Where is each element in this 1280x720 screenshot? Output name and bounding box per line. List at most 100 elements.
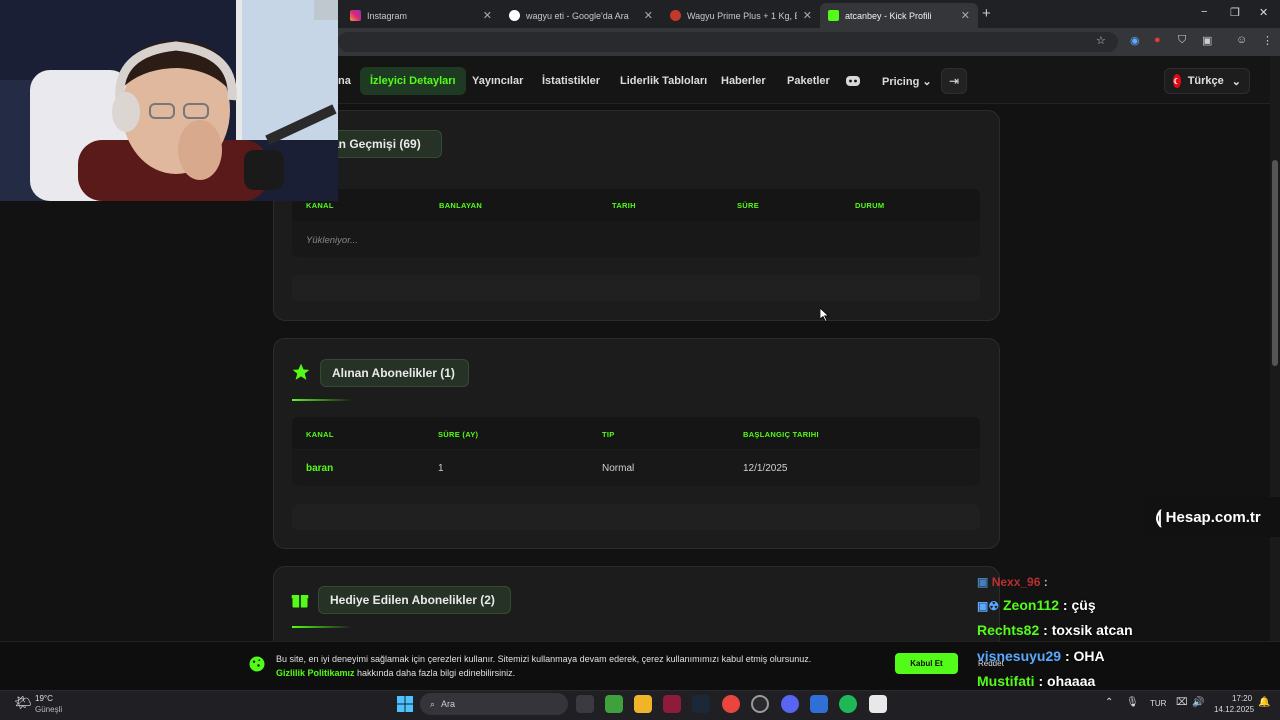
- streamer-webcam-image: [0, 0, 338, 201]
- google-icon: [509, 10, 520, 21]
- close-tab-icon[interactable]: ✕: [483, 9, 492, 22]
- chat-username: Zeon112: [1003, 597, 1060, 613]
- weather-icon: 🌤: [14, 694, 32, 710]
- capcut-icon[interactable]: [869, 695, 887, 713]
- ban-history-title: an Geçmişi (69): [320, 130, 442, 158]
- microphone-icon[interactable]: 🎙: [1126, 697, 1139, 708]
- chat-message: visnesuyu29 : OHA: [977, 648, 1105, 664]
- search-placeholder: Ara: [441, 699, 456, 709]
- chevron-down-icon: ⌄: [1231, 75, 1241, 88]
- tab-label: wagyu eti - Google'da Ara: [526, 10, 629, 21]
- nav-viewer-details[interactable]: İzleyici Detayları: [360, 67, 466, 95]
- col-type: TIP: [602, 430, 615, 439]
- pagination[interactable]: [292, 275, 980, 301]
- steam-icon[interactable]: [692, 695, 710, 713]
- extension-icon[interactable]: ◉: [1130, 34, 1140, 47]
- weather-desc: Güneşli: [35, 705, 63, 714]
- tab-wagyu-product[interactable]: Wagyu Prime Plus + 1 Kg, BMS ✕: [662, 3, 820, 28]
- task-view-icon[interactable]: [576, 695, 594, 713]
- new-tab-button[interactable]: +: [982, 5, 991, 22]
- mouse-cursor-icon: [820, 308, 830, 322]
- chat-text: toxsik atcan: [1051, 622, 1133, 638]
- file-explorer-icon[interactable]: [634, 695, 652, 713]
- volume-icon[interactable]: 🔊: [1192, 697, 1204, 708]
- nav-streamers[interactable]: Yayıncılar: [462, 67, 533, 95]
- tab-label: Wagyu Prime Plus + 1 Kg, BMS: [687, 10, 797, 21]
- app-icon[interactable]: [663, 695, 681, 713]
- chat-message: Rechts82 : toxsik atcan: [977, 622, 1133, 638]
- close-window-button[interactable]: ✕: [1259, 6, 1268, 19]
- col-channel: KANAL: [306, 430, 334, 439]
- minecraft-icon[interactable]: [605, 695, 623, 713]
- type-cell: Normal: [602, 463, 635, 474]
- menu-kebab-icon[interactable]: ⋮: [1262, 34, 1273, 47]
- bookmark-star-icon[interactable]: ☆: [1096, 34, 1106, 47]
- tab-google-search[interactable]: wagyu eti - Google'da Ara ✕: [501, 3, 661, 28]
- sponsor-logo: ⟬ Hesap.com.tr: [1145, 497, 1280, 537]
- clock-date[interactable]: 14.12.2025: [1214, 705, 1254, 714]
- nav-statistics[interactable]: İstatistikler: [532, 67, 610, 95]
- table-row: [292, 221, 980, 257]
- duration-cell: 1: [438, 463, 444, 474]
- chat-separator: :: [1034, 673, 1048, 689]
- cookie-message: Bu site, en iyi deneyimi sağlamak için ç…: [276, 652, 876, 680]
- sponsor-label: Hesap.com.tr: [1165, 508, 1261, 526]
- table-row: [292, 450, 980, 486]
- notification-icon[interactable]: 🔔: [1258, 697, 1270, 708]
- col-banned-by: BANLAYAN: [439, 201, 483, 210]
- nav-pricing[interactable]: Pricing ⌄: [872, 67, 942, 95]
- network-icon[interactable]: ⌧: [1176, 697, 1188, 708]
- address-bar[interactable]: [338, 32, 1118, 52]
- discord-icon[interactable]: [840, 68, 866, 94]
- tray-chevron-icon[interactable]: ⌃: [1105, 697, 1113, 708]
- profile-avatar[interactable]: ☺: [1236, 34, 1247, 46]
- chat-message: ▣☢ Zeon112 : çüş: [977, 597, 1096, 613]
- cookie-text-2: hakkında daha fazla bilgi edinebilirsini…: [354, 668, 516, 678]
- maximize-button[interactable]: ❐: [1230, 6, 1240, 19]
- col-status: DURUM: [855, 201, 885, 210]
- page-scrollbar-thumb[interactable]: [1272, 160, 1278, 366]
- nav-news[interactable]: Haberler: [711, 67, 776, 95]
- col-duration: SÜRE: [737, 201, 760, 210]
- language-label: Türkçe: [1187, 75, 1224, 87]
- close-tab-icon[interactable]: ✕: [803, 9, 812, 22]
- spotify-icon[interactable]: [839, 695, 857, 713]
- chat-separator: :: [1061, 648, 1074, 664]
- title-underline: [292, 399, 352, 401]
- subscriptions-table-header: [292, 417, 980, 449]
- pagination[interactable]: [292, 504, 980, 530]
- shield-icon[interactable]: ⛉: [1178, 34, 1186, 47]
- language-indicator[interactable]: TUR: [1150, 699, 1166, 708]
- login-button[interactable]: ⇥: [941, 68, 967, 94]
- windows-start-icon[interactable]: [397, 696, 413, 712]
- close-tab-icon[interactable]: ✕: [961, 9, 970, 22]
- tab-kick-profile[interactable]: atcanbey - Kick Profili ✕: [820, 3, 978, 28]
- taskbar-search[interactable]: ⌕ Ara: [420, 693, 568, 715]
- extension-icon[interactable]: ●: [1154, 34, 1161, 46]
- cookie-text: Bu site, en iyi deneyimi sağlamak için ç…: [276, 654, 812, 664]
- clock-time[interactable]: 17:20: [1232, 694, 1252, 703]
- obs-icon[interactable]: [751, 695, 769, 713]
- col-start-date: BAŞLANGIÇ TARIHI: [743, 430, 819, 439]
- weather-temp[interactable]: 19°C: [35, 694, 53, 703]
- page-scrollbar-track[interactable]: [1270, 56, 1280, 690]
- nav-leaderboards[interactable]: Liderlik Tabloları: [610, 67, 717, 95]
- privacy-policy-link[interactable]: Gizlilik Politikamız: [276, 668, 355, 678]
- discord-taskbar-icon[interactable]: [781, 695, 799, 713]
- channel-link[interactable]: baran: [306, 463, 333, 474]
- chat-separator: :: [1040, 575, 1048, 589]
- start-date-cell: 12/1/2025: [743, 463, 788, 474]
- close-tab-icon[interactable]: ✕: [644, 9, 653, 22]
- app-icon[interactable]: [810, 695, 828, 713]
- chat-username: Rechts82: [977, 622, 1040, 638]
- chrome-icon[interactable]: [722, 695, 740, 713]
- tab-label: Instagram: [367, 10, 408, 21]
- accept-cookies-button[interactable]: Kabul Et: [895, 653, 958, 674]
- tab-instagram[interactable]: Instagram ✕: [342, 3, 500, 28]
- extensions-puzzle-icon[interactable]: ▣: [1202, 34, 1212, 47]
- webcam-overlay: [0, 0, 338, 201]
- language-selector[interactable]: ☾ Türkçe ⌄: [1164, 68, 1250, 94]
- chat-badge-icon: ▣☢: [977, 599, 1000, 613]
- minimize-button[interactable]: −: [1201, 6, 1207, 18]
- nav-packages[interactable]: Paketler: [777, 67, 840, 95]
